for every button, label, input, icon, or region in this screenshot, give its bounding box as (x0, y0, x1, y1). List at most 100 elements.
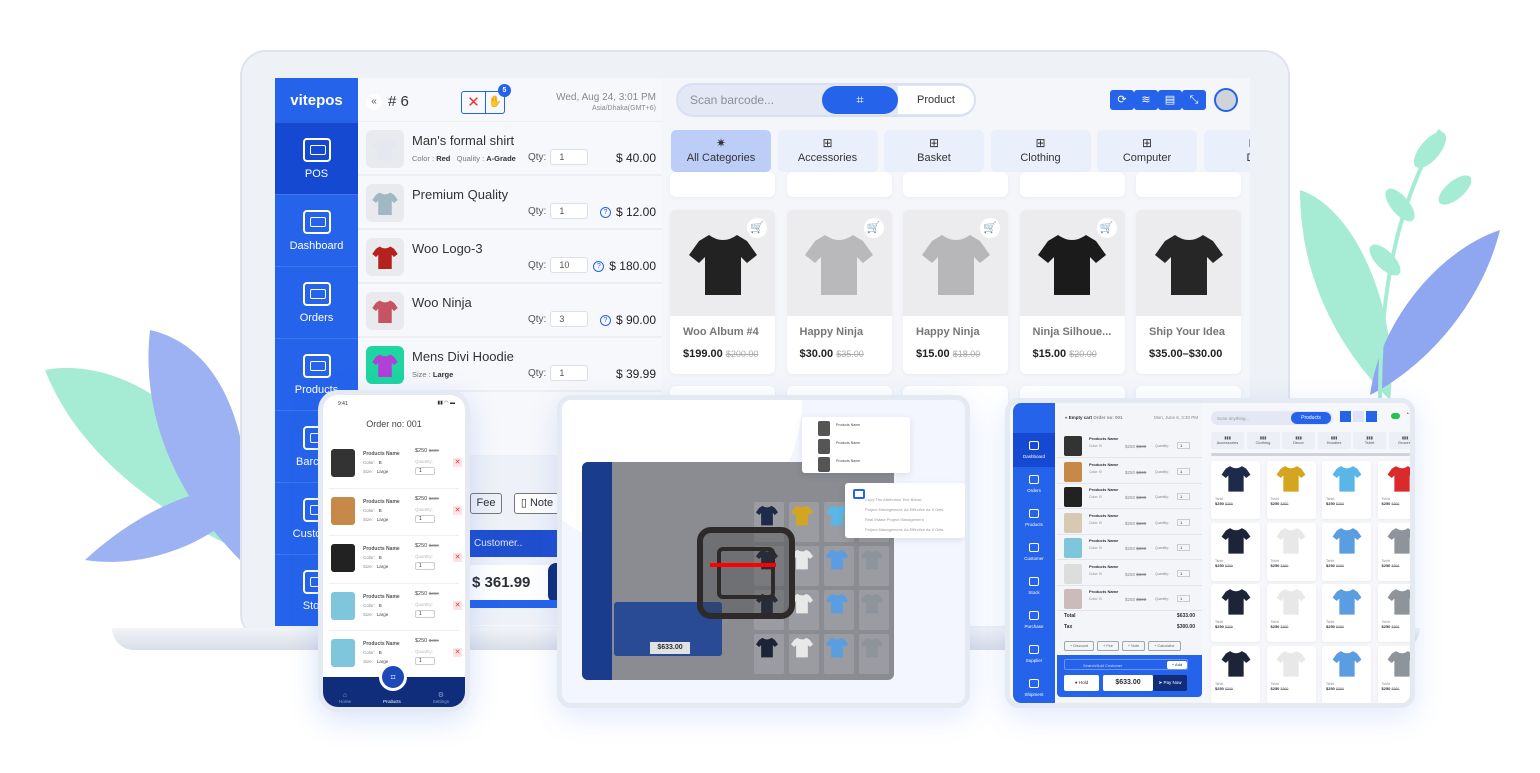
phone-cart-item[interactable]: Products Name Color: B Size: Large $250 $30… (329, 584, 462, 631)
scan-fab[interactable]: ⌗ (379, 663, 407, 691)
cart-item[interactable]: Mens Divi Hoodie Size : Large Qty: 1 $ 39.99 (358, 338, 662, 392)
qty-input[interactable]: 10 (550, 257, 589, 273)
product-card-partial[interactable] (1019, 172, 1125, 197)
tablet-product-card[interactable]: Tshirt $250 $300 (1266, 522, 1316, 581)
collapse-chevron-icon[interactable]: « (366, 94, 382, 110)
category-tab[interactable]: ✷ All Categories (671, 130, 771, 172)
note-button[interactable]: ▯ Note (514, 493, 560, 514)
info-icon[interactable]: ? (599, 314, 611, 326)
tablet-sidebar-stock[interactable]: Stock (1013, 569, 1055, 603)
tablet-refresh-icon[interactable] (1353, 411, 1364, 422)
qty-input[interactable]: 1 (415, 467, 435, 475)
cart-item[interactable]: Man's formal shirt Color : Red Quality : … (358, 122, 662, 176)
qty-input[interactable]: 1 (415, 609, 435, 618)
tablet-cart-item[interactable]: Products Name Color: B $250 $300 Quantity: 1 (1057, 561, 1202, 586)
tablet-product-card[interactable]: Tshirt $250 $300 (1322, 461, 1371, 519)
online-toggle[interactable] (1391, 413, 1400, 419)
customer-input[interactable]: Customer.. (470, 530, 562, 557)
tablet-category-tab[interactable]: ▮▮▮ Accessories (1211, 432, 1244, 449)
tablet-product-card[interactable]: Tshirt $250 $300 (1377, 645, 1410, 703)
product-card-partial[interactable] (903, 172, 1008, 197)
qty-input[interactable]: 1 (415, 657, 435, 665)
category-tab[interactable]: ⊞ Clothing (990, 130, 1091, 172)
product-card-partial[interactable] (786, 172, 892, 197)
empty-cart-button[interactable]: « Empty cart Order no: 001 (1065, 415, 1123, 420)
category-tab[interactable]: ⊞ Computer (1097, 130, 1197, 172)
qty-input[interactable]: 1 (1177, 595, 1190, 602)
notification-item[interactable]: Project Management, As Effective As It G… (865, 507, 965, 512)
tablet-category-tab[interactable]: ▮▮▮ Clothing (1246, 432, 1280, 449)
category-tab[interactable]: ⊞De (1203, 130, 1250, 172)
tablet-sidebar-shipment[interactable]: Shipment (1013, 671, 1055, 703)
cart-item[interactable]: Woo Ninja Qty: 3 ? $ 90.00 (358, 284, 662, 338)
scan-button[interactable]: ⌗ (822, 86, 898, 114)
remove-icon[interactable]: ✕ (453, 648, 462, 657)
tablet-product-card[interactable]: Tshirt $250 $300 (1266, 584, 1316, 642)
sync-icon[interactable]: ⟳ (1110, 90, 1134, 110)
tablet-product-card[interactable]: Tshirt $250 $300 (1322, 645, 1371, 703)
nav-products[interactable]: Products (383, 699, 401, 704)
tablet-cart-item[interactable]: Products Name Color: B $250 $300 Quantity: 1 (1057, 433, 1202, 458)
calculator-button[interactable]: + Calculator (1148, 641, 1181, 651)
nav-settings[interactable]: ⚙ Settings (433, 691, 449, 704)
cart-item[interactable]: Premium Quality Qty: 1 ? $ 12.00 (358, 176, 662, 230)
tablet-category-tab[interactable]: ▮▮▮ Decor (1282, 432, 1315, 449)
qty-input[interactable]: 1 (415, 562, 435, 570)
qty-input[interactable]: 1 (550, 365, 589, 381)
tablet-category-tab[interactable]: ▮▮▮ Grocery (1388, 432, 1410, 449)
notification-item[interactable]: Real Estate Project Management (865, 517, 965, 522)
qty-input[interactable]: 1 (1177, 518, 1190, 526)
tablet-product-card[interactable]: Tshirt $250 $300 (1377, 461, 1410, 519)
tablet-product-card[interactable]: Tshirt $250 $300 (1211, 584, 1260, 642)
fee-button[interactable]: Fee (470, 493, 502, 514)
product-card[interactable]: 🛒 Woo Album #4 $199.00 $200.00 (670, 210, 775, 374)
tablet-sidebar-supplier[interactable]: Supplier (1013, 637, 1055, 671)
tablet-product-card[interactable]: Tshirt $250 $300 (1322, 522, 1371, 581)
store-icon[interactable]: ▤ (1158, 90, 1182, 110)
info-icon[interactable]: ? (599, 206, 611, 218)
collapse-icon[interactable]: ⤡ (1182, 90, 1206, 110)
tablet-sidebar-orders[interactable]: Orders (1013, 467, 1055, 501)
wifi-icon[interactable]: ≋ (1134, 90, 1158, 110)
tablet-cart-item[interactable]: Products Name Color: B $250 $300 Quantity: 1 (1057, 510, 1202, 535)
sidebar-item-orders[interactable]: Orders (275, 266, 358, 338)
product-card[interactable]: Ship Your Idea $35.00–$30.00 (1136, 210, 1241, 374)
remove-icon[interactable]: ✕ (453, 458, 462, 467)
tablet-search[interactable]: Scan anything... Products (1211, 411, 1333, 425)
tablet-product-card[interactable]: Tshirt $250 $300 (1322, 584, 1371, 642)
info-icon[interactable]: ? (593, 260, 605, 272)
add-to-cart-icon[interactable]: 🛒 (747, 218, 767, 238)
phone-cart-item[interactable]: Products Name Color: B Size: Large $250 $30… (329, 441, 462, 489)
tablet-sidebar-purchase[interactable]: Purchase (1013, 603, 1055, 637)
discount-button[interactable]: + Discount (1064, 641, 1095, 651)
product-card-partial[interactable] (670, 172, 775, 197)
tablet-wifi-icon[interactable] (1366, 411, 1377, 422)
tablet-product-card[interactable]: Tshirt $250 $300 (1377, 584, 1410, 642)
category-scrollbar[interactable] (1211, 453, 1410, 456)
qty-input[interactable]: 1 (1177, 467, 1190, 475)
tablet-category-tab[interactable]: ▮▮▮ Tshirt (1353, 432, 1386, 449)
product-card-partial[interactable] (1136, 172, 1241, 197)
search-input[interactable]: Scan barcode... (690, 93, 774, 107)
qty-input[interactable]: 1 (1177, 442, 1190, 449)
qty-input[interactable]: 1 (415, 514, 435, 523)
product-mode-toggle[interactable]: Product (898, 86, 974, 114)
tablet-cart-item[interactable]: Products Name Color: B $250 $300 Quantity: 1 (1057, 459, 1202, 484)
product-card[interactable]: 🛒 Happy Ninja $30.00 $35.00 (786, 210, 892, 374)
tablet-product-card[interactable]: Tshirt $250 $300 (1266, 645, 1316, 703)
sidebar-item-pos[interactable]: POS (275, 122, 358, 194)
qty-input[interactable]: 1 (1177, 544, 1190, 551)
category-tab[interactable]: ⊞ Accessories (777, 130, 878, 172)
add-to-cart-icon[interactable]: 🛒 (1096, 218, 1117, 238)
bell-icon[interactable]: ◔ (1405, 411, 1409, 418)
tablet-cart-item[interactable]: Products Name Color: B $250 $300 Quantity: 1 (1057, 484, 1202, 509)
tablet-product-card[interactable]: Tshirt $250 $300 (1211, 522, 1260, 581)
category-tab[interactable]: ⊞ Basket (884, 130, 984, 172)
notification-item[interactable]: Project Management, As Effective As It G… (865, 527, 965, 532)
remove-icon[interactable]: ✕ (453, 600, 462, 610)
tablet-sidebar-products[interactable]: Products (1013, 501, 1055, 535)
qty-input[interactable]: 1 (550, 203, 589, 219)
add-to-cart-icon[interactable]: 🛒 (980, 218, 1000, 238)
tablet-product-card[interactable]: Tshirt $250 $300 (1266, 461, 1316, 519)
add-customer-button[interactable]: + Add (1167, 661, 1187, 669)
